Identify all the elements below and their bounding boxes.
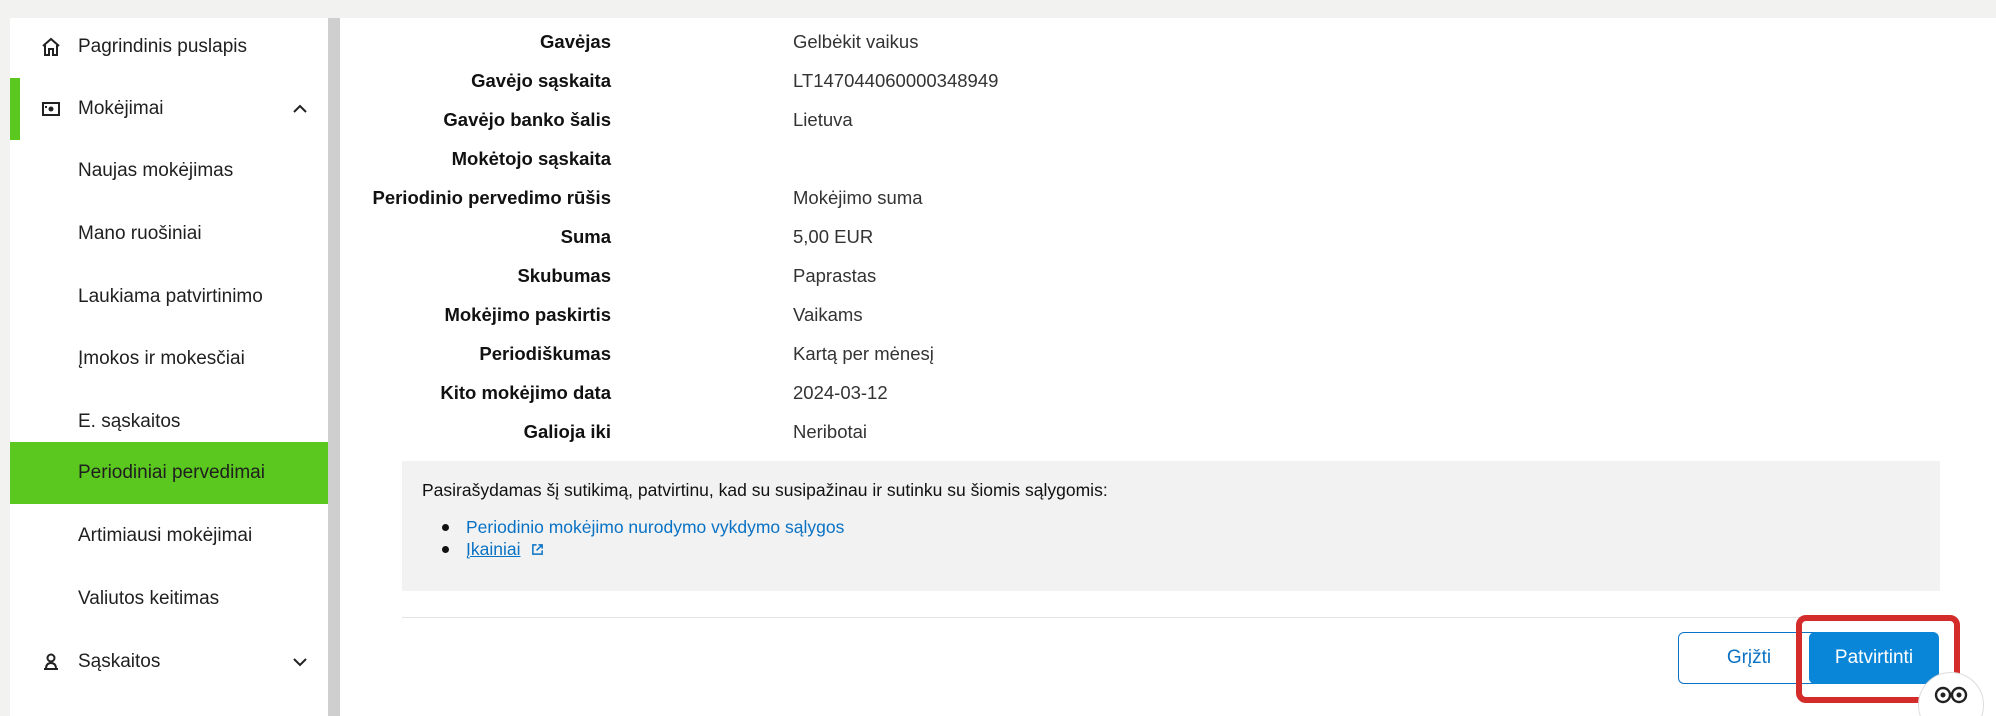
detail-row: Kito mokėjimo data 2024-03-12 xyxy=(340,373,1840,412)
detail-value: Paprastas xyxy=(793,264,877,286)
detail-value: Vaikams xyxy=(793,303,863,325)
divider xyxy=(402,617,1940,618)
consent-links: Periodinio mokėjimo nurodymo vykdymo sąl… xyxy=(442,516,844,560)
sidebar-item-label: Periodiniai pervedimai xyxy=(78,462,265,483)
sidebar-item-home[interactable]: Pagrindinis puslapis xyxy=(10,18,328,78)
sidebar-item-label: Mano ruošiniai xyxy=(78,223,202,244)
detail-row: Galioja iki Neribotai xyxy=(340,412,1840,451)
confirmation-panel: Gavėjas Gelbėkit vaikus Gavėjo sąskaita … xyxy=(340,18,1996,716)
detail-value: LT147044060000348949 xyxy=(793,69,999,91)
sidebar-item-fees-taxes[interactable]: Įmokos ir mokesčiai xyxy=(10,328,328,390)
detail-key: Mokėjimo paskirtis xyxy=(444,303,611,325)
payments-icon xyxy=(40,98,62,120)
sidebar-item-label: Sąskaitos xyxy=(78,651,161,672)
detail-row: Gavėjo banko šalis Lietuva xyxy=(340,100,1840,139)
detail-key: Galioja iki xyxy=(523,420,611,442)
sidebar-item-pending-approval[interactable]: Laukiama patvirtinimo xyxy=(10,266,328,328)
sidebar-item-currency-exchange[interactable]: Valiutos keitimas xyxy=(10,568,328,630)
sidebar-item-label: Valiutos keitimas xyxy=(78,588,220,609)
consent-box: Pasirašydamas šį sutikimą, patvirtinu, k… xyxy=(402,461,1940,591)
detail-row: Gavėjas Gelbėkit vaikus xyxy=(340,22,1840,61)
detail-key: Skubumas xyxy=(517,264,611,286)
detail-value: 5,00 EUR xyxy=(793,225,874,247)
detail-row: Skubumas Paprastas xyxy=(340,256,1840,295)
sidebar-item-label: Naujas mokėjimas xyxy=(78,160,234,181)
back-button[interactable]: Grįžti xyxy=(1678,632,1820,684)
detail-row: Mokėtojo sąskaita xyxy=(340,139,1840,178)
sidebar-item-drafts[interactable]: Mano ruošiniai xyxy=(10,203,328,265)
sidebar-item-upcoming-payments[interactable]: Artimiausi mokėjimai xyxy=(10,505,328,567)
detail-key: Mokėtojo sąskaita xyxy=(451,147,611,169)
detail-key: Periodinio pervedimo rūšis xyxy=(372,186,611,208)
terms-link[interactable]: Periodinio mokėjimo nurodymo vykdymo sąl… xyxy=(442,516,844,538)
chevron-up-icon[interactable] xyxy=(290,99,310,119)
detail-row: Gavėjo sąskaita LT147044060000348949 xyxy=(340,61,1840,100)
detail-key: Periodiškumas xyxy=(479,342,611,364)
sidebar-item-payments[interactable]: Mokėjimai xyxy=(10,78,328,140)
assistant-icon xyxy=(1933,683,1969,712)
sidebar-item-periodic-transfers[interactable]: Periodiniai pervedimai xyxy=(10,442,328,504)
detail-key: Suma xyxy=(560,225,611,247)
detail-row: Periodiškumas Kartą per mėnesį xyxy=(340,334,1840,373)
sidebar-item-accounts[interactable]: Sąskaitos xyxy=(10,631,328,693)
detail-row: Periodinio pervedimo rūšis Mokėjimo suma xyxy=(340,178,1840,217)
detail-row: Mokėjimo paskirtis Vaikams xyxy=(340,295,1840,334)
detail-row: Suma 5,00 EUR xyxy=(340,217,1840,256)
sidebar-item-label: E. sąskaitos xyxy=(78,411,181,432)
home-icon xyxy=(40,36,62,58)
detail-value: Kartą per mėnesį xyxy=(793,342,934,364)
sidebar-item-label: Mokėjimai xyxy=(78,98,164,119)
detail-value: Mokėjimo suma xyxy=(793,186,923,208)
external-link-icon xyxy=(531,539,544,561)
detail-value: 2024-03-12 xyxy=(793,381,888,403)
consent-text: Pasirašydamas šį sutikimą, patvirtinu, k… xyxy=(422,480,1108,500)
terms-link-label: Periodinio mokėjimo nurodymo vykdymo sąl… xyxy=(466,517,845,537)
sidebar: Pagrindinis puslapis Mokėjimai Naujas mo… xyxy=(10,18,328,716)
sidebar-item-label: Įmokos ir mokesčiai xyxy=(78,348,245,369)
accounts-icon xyxy=(40,651,62,673)
sidebar-scrollbar[interactable] xyxy=(328,18,340,716)
chevron-down-icon[interactable] xyxy=(290,652,310,672)
pricing-link[interactable]: Įkainiai xyxy=(442,538,844,560)
detail-value: Neribotai xyxy=(793,420,868,442)
detail-key: Gavėjo sąskaita xyxy=(471,69,611,91)
sidebar-item-label: Laukiama patvirtinimo xyxy=(78,286,263,307)
sidebar-item-new-payment[interactable]: Naujas mokėjimas xyxy=(10,140,328,202)
detail-key: Gavėjas xyxy=(540,30,611,52)
detail-key: Kito mokėjimo data xyxy=(440,381,611,403)
pricing-link-label: Įkainiai xyxy=(466,539,521,559)
sidebar-item-label: Pagrindinis puslapis xyxy=(78,36,247,57)
detail-key: Gavėjo banko šalis xyxy=(443,108,611,130)
detail-value: Gelbėkit vaikus xyxy=(793,30,919,52)
sidebar-item-label: Artimiausi mokėjimai xyxy=(78,525,253,546)
detail-value: Lietuva xyxy=(793,108,853,130)
confirm-button[interactable]: Patvirtinti xyxy=(1809,632,1939,684)
